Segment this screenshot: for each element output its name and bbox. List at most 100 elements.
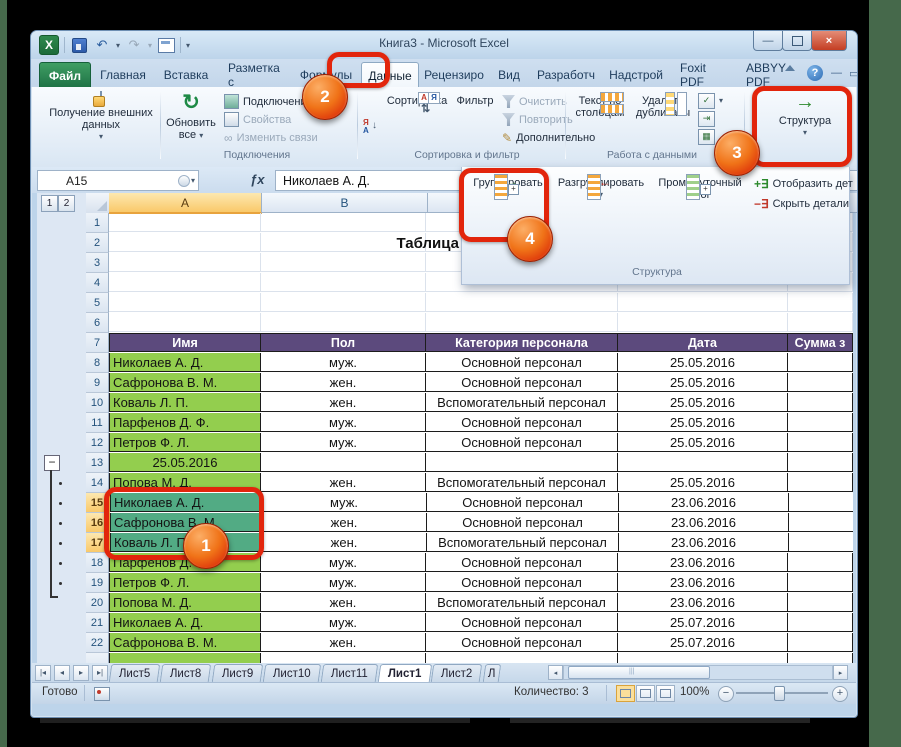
cell[interactable]: Петров Ф. Л.	[109, 573, 261, 592]
cell[interactable]: Коваль Л. П.	[109, 393, 261, 412]
sheet-tab-лист9[interactable]: Лист9	[212, 664, 264, 682]
sheet-tab-лист1[interactable]: Лист1	[378, 664, 432, 682]
last-sheet-button[interactable]: ▸|	[92, 665, 108, 681]
cell[interactable]: жен.	[261, 393, 426, 412]
data-validation-button[interactable]: ✓▾	[698, 92, 723, 109]
scroll-right-icon[interactable]: ▸	[833, 665, 848, 680]
cell[interactable]: 23.06.2016	[618, 573, 788, 592]
cell[interactable]	[618, 293, 788, 312]
cell[interactable]: жен.	[261, 633, 426, 652]
row-header-19[interactable]: 19	[86, 573, 109, 593]
cell[interactable]: 23.06.2016	[619, 493, 789, 512]
cell[interactable]	[788, 633, 853, 652]
sheet-tab-лист5[interactable]: Лист5	[109, 664, 161, 682]
cell[interactable]	[426, 293, 618, 312]
ribbon-tab-разметка-с[interactable]: Разметка с	[219, 62, 291, 87]
sheet-tab-лист10[interactable]: Лист10	[263, 664, 321, 682]
cell[interactable]: Основной персонал	[426, 573, 618, 592]
row-header-14[interactable]: 14	[86, 473, 109, 493]
zoom-out-button[interactable]: −	[718, 686, 734, 702]
cell[interactable]: Вспомогательный персонал	[426, 473, 618, 492]
cell[interactable]	[109, 213, 261, 232]
refresh-all-button[interactable]: ↻ Обновить все ▾	[164, 89, 218, 151]
scrollbar-track[interactable]	[563, 665, 833, 680]
cell[interactable]	[788, 593, 853, 612]
row-header-8[interactable]: 8	[86, 353, 109, 373]
cell[interactable]: Основной персонал	[427, 513, 619, 532]
first-sheet-button[interactable]: |◂	[35, 665, 51, 681]
cell[interactable]	[789, 513, 853, 532]
restore-button[interactable]	[782, 31, 812, 51]
cell[interactable]	[109, 253, 261, 272]
collapse-group-button[interactable]: −	[44, 455, 60, 471]
row-header-5[interactable]: 5	[86, 293, 109, 313]
hide-detail-button[interactable]: −∃ Скрыть детали	[754, 195, 849, 212]
cell[interactable]: Основной персонал	[426, 353, 618, 372]
ribbon-tab-разработч[interactable]: Разработч	[531, 62, 601, 87]
cell[interactable]	[261, 453, 426, 472]
row-header-6[interactable]: 6	[86, 313, 109, 333]
row-header-23[interactable]	[86, 653, 109, 663]
reapply-filter-button[interactable]: Повторить	[502, 111, 573, 128]
filter-button[interactable]: Фильтр	[452, 89, 498, 151]
cell[interactable]	[618, 313, 788, 332]
row-header-22[interactable]: 22	[86, 633, 109, 653]
what-if-analysis-button[interactable]: ▦	[698, 128, 715, 145]
properties-button[interactable]: Свойства	[224, 111, 291, 128]
cell[interactable]: муж.	[261, 433, 426, 452]
page-break-view-button[interactable]	[656, 685, 675, 702]
consolidate-button[interactable]: ⇥	[698, 110, 715, 127]
cell[interactable]	[261, 293, 426, 312]
sheet-tab-лист11[interactable]: Лист11	[321, 664, 378, 682]
subtotal-button[interactable]: + Промежуточныйитог	[652, 171, 748, 233]
cell[interactable]	[426, 453, 618, 472]
cell[interactable]	[261, 653, 426, 663]
close-button[interactable]: ×	[811, 31, 847, 51]
outline-level-2-button[interactable]: 2	[58, 195, 75, 212]
cell[interactable]	[788, 473, 853, 492]
cell[interactable]	[426, 653, 618, 663]
cell[interactable]: Сафронова В. М.	[109, 373, 261, 392]
row-header-13[interactable]: 13	[86, 453, 109, 473]
column-header-B[interactable]: B	[262, 193, 428, 213]
cell[interactable]: 25.05.2016	[618, 373, 788, 392]
normal-view-button[interactable]	[616, 685, 635, 702]
row-header-11[interactable]: 11	[86, 413, 109, 433]
macro-record-icon[interactable]	[94, 687, 110, 701]
ribbon-tab-файл[interactable]: Файл	[39, 62, 91, 89]
cell[interactable]: жен.	[261, 373, 426, 392]
cell[interactable]: 23.06.2016	[618, 593, 788, 612]
row-header-10[interactable]: 10	[86, 393, 109, 413]
cell[interactable]: 25.07.2016	[618, 633, 788, 652]
cell[interactable]: 25.05.2016	[618, 433, 788, 452]
cell[interactable]: муж.	[261, 573, 426, 592]
cell[interactable]: Попова М. Д.	[109, 593, 261, 612]
minimize-button[interactable]: —	[753, 31, 783, 51]
row-header-4[interactable]: 4	[86, 273, 109, 293]
cell[interactable]: 23.06.2016	[619, 533, 789, 552]
cell[interactable]	[109, 653, 261, 663]
scroll-left-icon[interactable]: ◂	[548, 665, 563, 680]
cell[interactable]	[788, 573, 853, 592]
connections-button[interactable]: Подключения	[224, 93, 313, 110]
name-box-dropdown-icon[interactable]: ▾	[191, 176, 195, 185]
row-header-20[interactable]: 20	[86, 593, 109, 613]
sort-button[interactable]: АЯ⇅ Сортировка	[384, 89, 450, 151]
cell[interactable]	[109, 313, 261, 332]
select-all-corner[interactable]	[86, 193, 110, 214]
edit-links-button[interactable]: ∞ Изменить связи	[224, 129, 318, 146]
table-header-cell[interactable]: Категория персонала	[426, 333, 618, 352]
clear-filter-button[interactable]: Очистить	[502, 93, 567, 110]
cell[interactable]: Петров Ф. Л.	[109, 433, 261, 452]
table-header-cell[interactable]: Имя	[109, 333, 261, 352]
cell[interactable]: Вспомогательный персонал	[426, 593, 618, 612]
table-header-cell[interactable]: Дата	[618, 333, 788, 352]
cell[interactable]: муж.	[261, 553, 426, 572]
ribbon-tab-рецензиро[interactable]: Рецензиро	[421, 62, 487, 87]
row-header-18[interactable]: 18	[86, 553, 109, 573]
cell[interactable]: 23.06.2016	[619, 513, 789, 532]
cell[interactable]: жен.	[262, 513, 427, 532]
cell[interactable]: Основной персонал	[426, 613, 618, 632]
cell[interactable]	[788, 453, 853, 472]
cell[interactable]: Сафронова В. М.	[109, 633, 261, 652]
